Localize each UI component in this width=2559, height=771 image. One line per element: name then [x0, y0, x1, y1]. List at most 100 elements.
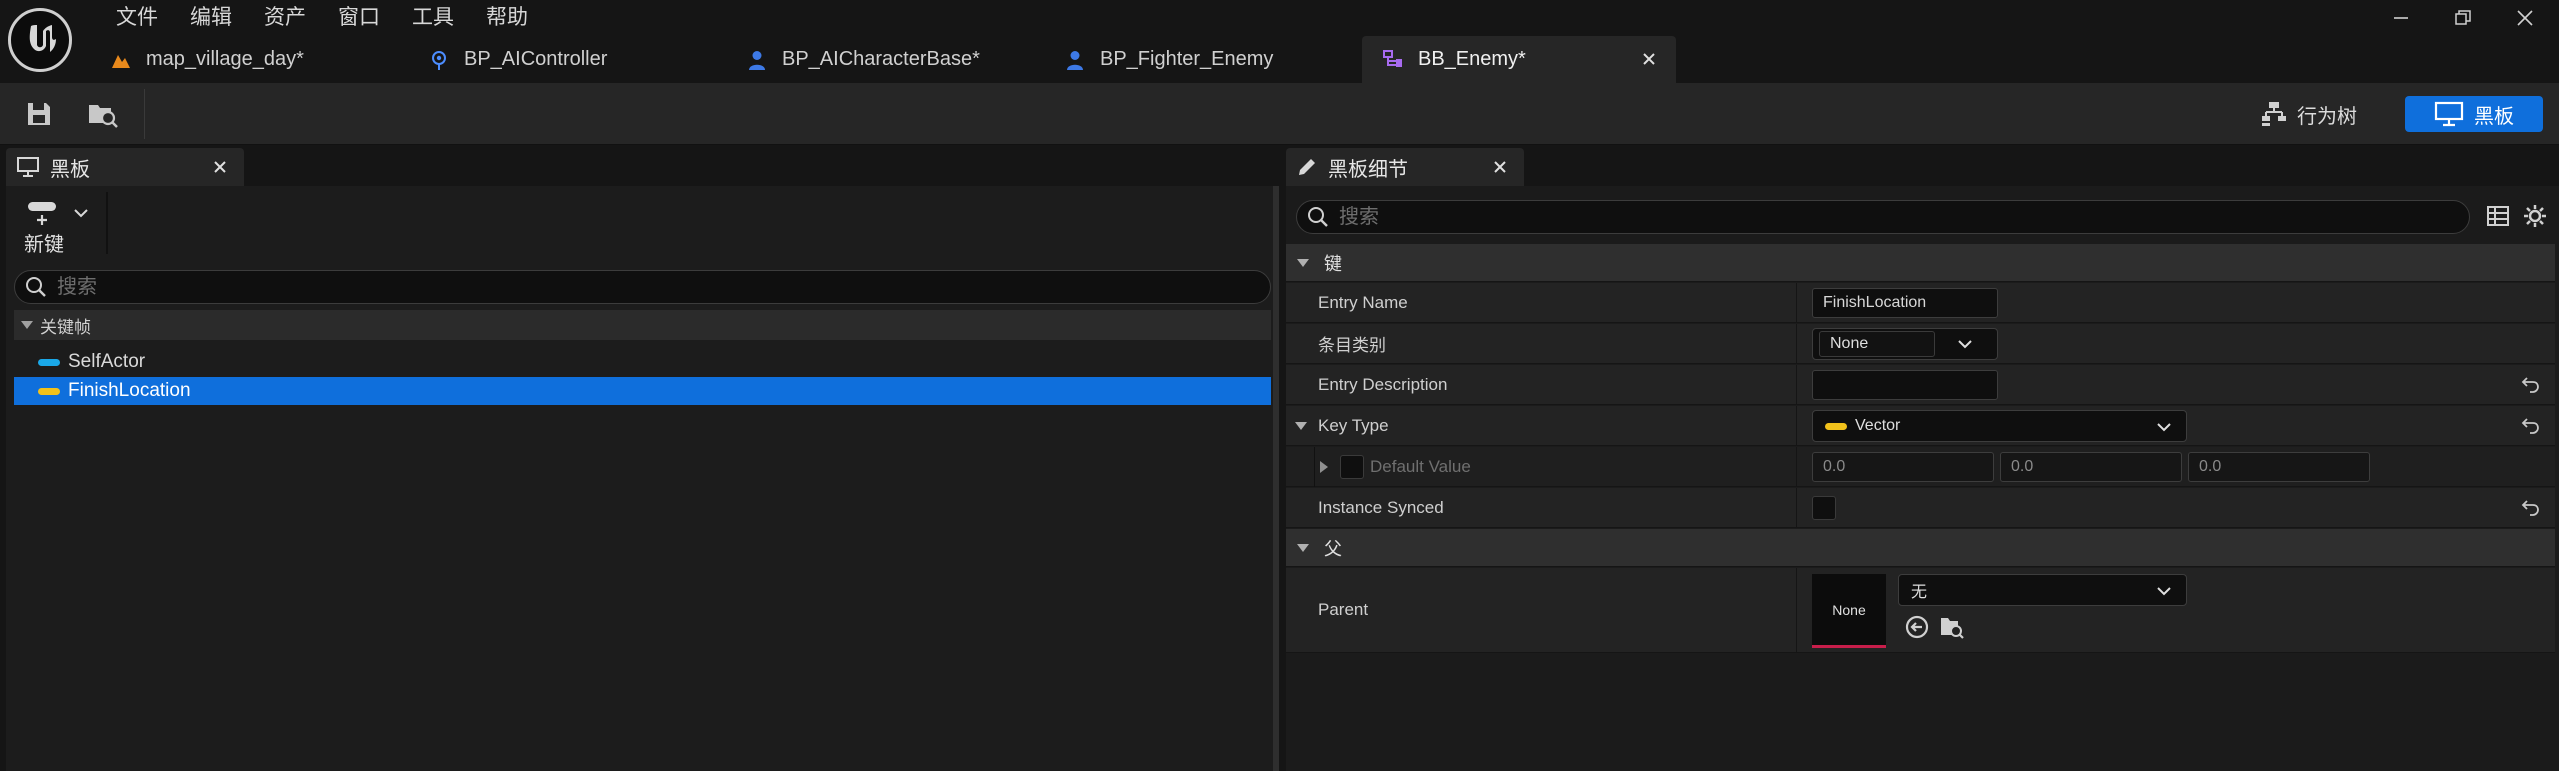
section-parent-header[interactable]: 父	[1286, 529, 2555, 567]
default-z-field[interactable]: 0.0	[2188, 452, 2370, 482]
entry-description-field[interactable]	[1812, 370, 1998, 400]
menu-help[interactable]: 帮助	[470, 0, 544, 36]
expand-triangle-icon[interactable]	[1318, 460, 1330, 474]
tab-bp-fighter-enemy[interactable]: BP_Fighter_Enemy	[1044, 36, 1362, 83]
prop-parent: Parent None 无	[1286, 568, 2555, 653]
save-button[interactable]	[18, 93, 60, 135]
object-type-pill-icon	[38, 358, 60, 366]
tab-map-village-day[interactable]: map_village_day*	[90, 36, 408, 83]
prop-entry-description: Entry Description	[1286, 365, 2555, 405]
key-row-selfactor[interactable]: SelfActor	[14, 348, 1271, 376]
blackboard-label: 黑板	[2474, 105, 2514, 128]
entry-category-value: None	[1819, 331, 1935, 357]
prop-label: Entry Description	[1318, 374, 1448, 394]
restore-button[interactable]	[2432, 0, 2494, 36]
reset-to-default-icon[interactable]	[2519, 414, 2543, 438]
collapse-triangle-icon[interactable]	[1294, 419, 1308, 433]
unreal-logo-icon[interactable]	[8, 8, 72, 72]
document-tabs: map_village_day* BP_AIController BP_AICh…	[90, 36, 1676, 83]
reset-to-default-icon[interactable]	[2519, 496, 2543, 520]
prop-label: Default Value	[1370, 456, 1471, 476]
tab-bb-enemy[interactable]: BB_Enemy*	[1362, 36, 1676, 83]
add-key-icon	[28, 202, 88, 225]
tab-label: map_village_day*	[146, 48, 304, 70]
category-label: 关键帧	[40, 317, 91, 337]
details-panel-tabstrip: 黑板细节	[1286, 146, 2559, 186]
column-splitter	[1796, 283, 1797, 322]
behavior-tree-mode-button[interactable]: 行为树	[2254, 96, 2364, 132]
behavior-tree-icon	[2261, 101, 2287, 127]
search-icon	[26, 277, 46, 297]
browse-asset-button[interactable]	[82, 93, 124, 135]
pencil-icon	[1296, 156, 1318, 178]
menu-asset[interactable]: 资产	[248, 0, 322, 36]
blackboard-search-input[interactable]	[57, 275, 1178, 299]
settings-gear-icon[interactable]	[2522, 203, 2548, 229]
prop-key-type: Key Type Vector	[1286, 406, 2555, 446]
tab-bp-aicharacterbase[interactable]: BP_AICharacterBase*	[726, 36, 1044, 83]
tab-label: BP_Fighter_Enemy	[1100, 48, 1274, 70]
blackboard-panel-tab[interactable]: 黑板	[6, 148, 244, 186]
default-x-field[interactable]: 0.0	[1812, 452, 1994, 482]
close-window-button[interactable]	[2494, 0, 2556, 36]
entry-category-combo[interactable]: None	[1812, 328, 1998, 360]
prop-label: Parent	[1318, 600, 1369, 619]
collapse-triangle-icon	[1297, 258, 1309, 267]
prop-label: 条目类别	[1318, 336, 1386, 355]
menu-tools[interactable]: 工具	[396, 0, 470, 36]
menu-file[interactable]: 文件	[100, 0, 174, 36]
property-matrix-icon[interactable]	[2486, 204, 2510, 228]
menu-bar: 文件 编辑 资产 窗口 工具 帮助	[100, 0, 544, 36]
close-tab-icon[interactable]	[1638, 48, 1660, 70]
parent-asset-value: 无	[1911, 584, 1928, 601]
tab-bp-aicontroller[interactable]: BP_AIController	[408, 36, 726, 83]
blackboard-asset-icon	[1380, 47, 1406, 73]
minimize-button[interactable]	[2370, 0, 2432, 36]
use-selected-asset-icon[interactable]	[1904, 614, 1930, 640]
new-key-label: 新键	[24, 234, 64, 256]
character-icon	[744, 47, 770, 73]
details-panel-tab[interactable]: 黑板细节	[1286, 148, 1524, 186]
category-header[interactable]: 关键帧	[14, 310, 1271, 340]
panel-title: 黑板细节	[1328, 158, 1408, 181]
key-name: SelfActor	[68, 351, 146, 372]
parent-asset-combo[interactable]: 无	[1898, 574, 2187, 606]
blackboard-mode-button[interactable]: 黑板	[2405, 96, 2543, 132]
parent-asset-thumbnail[interactable]: None	[1812, 574, 1886, 648]
reset-to-default-icon[interactable]	[2519, 373, 2543, 397]
column-splitter	[1796, 447, 1797, 486]
new-key-button[interactable]: 新键	[20, 198, 96, 256]
tab-label: BP_AICharacterBase*	[782, 48, 980, 70]
instance-synced-checkbox[interactable]	[1812, 496, 1836, 520]
close-panel-icon[interactable]	[1490, 157, 1510, 177]
blackboard-icon	[16, 156, 40, 178]
section-key-header[interactable]: 键	[1286, 244, 2555, 282]
menu-edit[interactable]: 编辑	[174, 0, 248, 36]
details-panel: 键 Entry Name FinishLocation 条目类别 None En…	[1286, 186, 2559, 771]
details-search-input[interactable]	[1339, 205, 2385, 229]
level-icon	[108, 47, 134, 73]
default-value-edit-checkbox[interactable]	[1340, 455, 1364, 479]
blackboard-icon	[2434, 101, 2464, 127]
character-icon	[1062, 47, 1088, 73]
key-type-combo[interactable]: Vector	[1812, 410, 2187, 442]
prop-label: Instance Synced	[1318, 497, 1444, 517]
panel-divider[interactable]	[1273, 186, 1279, 771]
prop-default-value: Default Value 0.0 0.0 0.0	[1286, 447, 2555, 487]
indent-line	[1314, 447, 1315, 487]
key-row-finishlocation[interactable]: FinishLocation	[14, 377, 1271, 405]
column-splitter	[1796, 406, 1797, 445]
new-key-separator	[106, 192, 108, 254]
entry-name-field[interactable]: FinishLocation	[1812, 288, 1998, 318]
browse-asset-icon[interactable]	[1938, 614, 1966, 640]
close-panel-icon[interactable]	[210, 157, 230, 177]
menu-window[interactable]: 窗口	[322, 0, 396, 36]
search-icon	[1308, 207, 1328, 227]
toolbar: 行为树 黑板	[0, 83, 2559, 145]
column-splitter	[1796, 568, 1797, 652]
key-type-value: Vector	[1855, 417, 1901, 434]
prop-instance-synced: Instance Synced	[1286, 488, 2555, 528]
key-name: FinishLocation	[68, 380, 191, 401]
panel-title: 黑板	[50, 158, 90, 181]
default-y-field[interactable]: 0.0	[2000, 452, 2182, 482]
